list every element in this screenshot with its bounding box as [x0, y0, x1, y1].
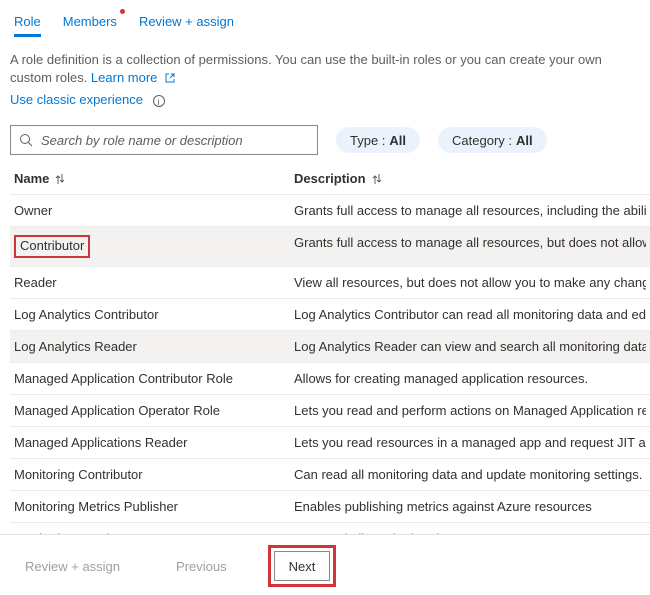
search-box[interactable] [10, 125, 318, 155]
role-name-cell: Managed Application Contributor Role [14, 371, 294, 386]
learn-more-link[interactable]: Learn more [91, 70, 175, 85]
table-row[interactable]: Monitoring ContributorCan read all monit… [10, 458, 650, 490]
sort-icon [372, 173, 382, 185]
next-button[interactable]: Next [274, 551, 331, 581]
external-link-icon [165, 70, 175, 88]
role-name-cell: Monitoring Metrics Publisher [14, 499, 294, 514]
role-desc-cell: Grants full access to manage all resourc… [294, 235, 646, 258]
tabs-bar: Role Members Review + assign [10, 10, 650, 37]
role-desc-cell: Log Analytics Contributor can read all m… [294, 307, 646, 322]
tab-members-badge [120, 9, 125, 14]
info-icon[interactable]: i [153, 95, 165, 107]
review-assign-button[interactable]: Review + assign [10, 551, 135, 581]
role-desc-cell: Lets you read and perform actions on Man… [294, 403, 646, 418]
classic-experience-row: Use classic experience i [10, 92, 650, 107]
controls-row: Type : All Category : All [10, 125, 650, 155]
role-desc-cell: Enables publishing metrics against Azure… [294, 499, 646, 514]
role-name-cell: Contributor [14, 235, 294, 258]
table-row[interactable]: Monitoring Metrics PublisherEnables publ… [10, 490, 650, 522]
role-name-highlight: Contributor [14, 235, 90, 258]
search-icon [19, 133, 33, 147]
table-row[interactable]: Managed Applications ReaderLets you read… [10, 426, 650, 458]
role-name-cell: Log Analytics Contributor [14, 307, 294, 322]
table-row[interactable]: ReaderView all resources, but does not a… [10, 266, 650, 298]
column-header-name[interactable]: Name [14, 171, 294, 186]
classic-experience-link[interactable]: Use classic experience [10, 92, 143, 107]
role-name-cell: Owner [14, 203, 294, 218]
table-row[interactable]: OwnerGrants full access to manage all re… [10, 194, 650, 226]
role-name-cell: Managed Applications Reader [14, 435, 294, 450]
filter-category-pill[interactable]: Category : All [438, 127, 547, 153]
role-desc-cell: Lets you read resources in a managed app… [294, 435, 646, 450]
tab-role[interactable]: Role [14, 10, 41, 37]
previous-button[interactable]: Previous [161, 551, 242, 581]
filter-type-pill[interactable]: Type : All [336, 127, 420, 153]
tab-members-label: Members [63, 14, 117, 29]
tab-review-assign[interactable]: Review + assign [139, 10, 234, 37]
role-desc-cell: Can read all monitoring data and update … [294, 467, 646, 482]
role-desc-cell: Log Analytics Reader can view and search… [294, 339, 646, 354]
role-name-cell: Log Analytics Reader [14, 339, 294, 354]
role-name-cell: Reader [14, 275, 294, 290]
next-button-highlight: Next [268, 545, 337, 587]
roles-table-body: OwnerGrants full access to manage all re… [10, 194, 650, 586]
role-desc-cell: Grants full access to manage all resourc… [294, 203, 646, 218]
intro-text: A role definition is a collection of per… [10, 51, 650, 88]
table-row[interactable]: Log Analytics ReaderLog Analytics Reader… [10, 330, 650, 362]
table-row[interactable]: Managed Application Contributor RoleAllo… [10, 362, 650, 394]
sort-icon [55, 173, 65, 185]
role-desc-cell: Allows for creating managed application … [294, 371, 646, 386]
table-header: Name Description [10, 171, 650, 194]
role-name-cell: Monitoring Contributor [14, 467, 294, 482]
footer-bar: Review + assign Previous Next [0, 534, 650, 587]
column-header-description[interactable]: Description [294, 171, 646, 186]
table-row[interactable]: Managed Application Operator RoleLets yo… [10, 394, 650, 426]
table-row[interactable]: Log Analytics ContributorLog Analytics C… [10, 298, 650, 330]
search-input[interactable] [39, 132, 309, 149]
role-name-cell: Managed Application Operator Role [14, 403, 294, 418]
table-row[interactable]: Contributor Grants full access to manage … [10, 226, 650, 266]
role-desc-cell: View all resources, but does not allow y… [294, 275, 646, 290]
tab-members[interactable]: Members [63, 10, 117, 37]
